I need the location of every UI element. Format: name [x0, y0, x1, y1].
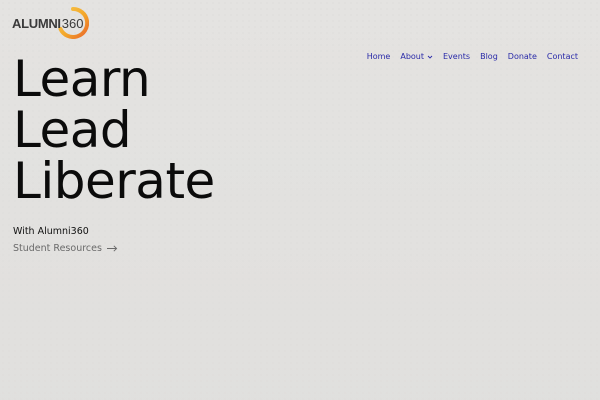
site-header: ALUMNI 360 Home About Events Blog Donate…	[0, 0, 600, 61]
hero-line-1: Learn	[13, 50, 151, 108]
student-resources-label: Student Resources	[13, 243, 102, 254]
hero-line-2: Lead	[13, 101, 132, 159]
nav-item-label: About	[400, 52, 424, 61]
hero-line-3: Liberate	[13, 152, 215, 210]
arrow-right-icon	[106, 245, 118, 252]
nav-item-label: Contact	[546, 52, 578, 61]
main-nav: Home About Events Blog Donate Contact	[362, 52, 583, 61]
nav-item-label: Donate	[507, 52, 537, 61]
logo-number: 360	[61, 15, 84, 31]
logo-wordmark: ALUMNI	[12, 15, 61, 31]
nav-item-label: Home	[366, 52, 391, 61]
nav-item-donate[interactable]: Donate	[503, 52, 542, 61]
nav-item-home[interactable]: Home	[362, 52, 396, 61]
nav-item-about[interactable]: About	[395, 52, 438, 61]
hero-subtitle: With Alumni360	[13, 226, 89, 237]
site-logo[interactable]: ALUMNI 360	[12, 7, 90, 39]
nav-item-blog[interactable]: Blog	[475, 52, 503, 61]
hero-heading: Learn Lead Liberate	[13, 54, 215, 207]
nav-item-events[interactable]: Events	[438, 52, 475, 61]
nav-item-label: Blog	[480, 52, 498, 61]
nav-item-label: Events	[443, 52, 471, 61]
student-resources-link[interactable]: Student Resources	[13, 243, 118, 254]
nav-item-contact[interactable]: Contact	[542, 52, 583, 61]
chevron-down-icon	[427, 55, 433, 59]
